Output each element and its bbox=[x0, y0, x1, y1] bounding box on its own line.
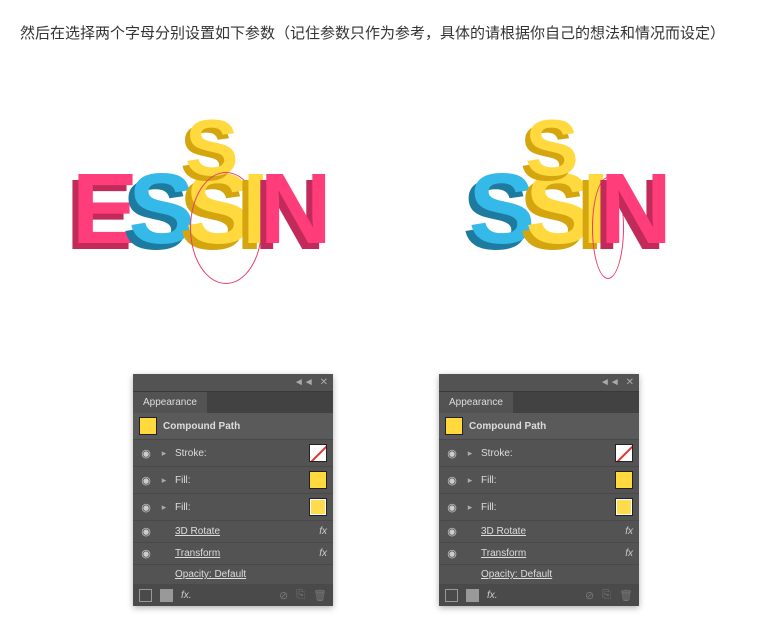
new-art-maintain-icon[interactable] bbox=[160, 589, 173, 602]
preview-images: ESSSIN SSSIN bbox=[20, 59, 752, 359]
visibility-icon[interactable]: ◉ bbox=[445, 525, 459, 538]
row-3d-rotate[interactable]: ◉ 3D Rotate fx bbox=[133, 521, 333, 543]
expand-icon[interactable]: ▸ bbox=[159, 475, 169, 486]
fx-icon: fx bbox=[625, 526, 633, 537]
fx-menu-icon[interactable]: fx. bbox=[487, 590, 498, 601]
fill-label: Fill: bbox=[481, 502, 609, 513]
tab-appearance[interactable]: Appearance bbox=[133, 392, 207, 413]
row-transform[interactable]: ◉ Transform fx bbox=[133, 543, 333, 565]
row-3d-rotate[interactable]: ◉ 3D Rotate fx bbox=[439, 521, 639, 543]
row-compound-path[interactable]: Compound Path bbox=[133, 413, 333, 440]
expand-icon[interactable]: ▸ bbox=[465, 448, 475, 459]
fx-icon: fx bbox=[319, 548, 327, 559]
fill-swatch[interactable] bbox=[615, 498, 633, 516]
new-art-basic-icon[interactable] bbox=[139, 589, 152, 602]
opacity-label: Opacity: Default bbox=[175, 569, 327, 580]
fill-label: Fill: bbox=[481, 475, 609, 486]
object-swatch bbox=[139, 417, 157, 435]
visibility-icon[interactable]: ◉ bbox=[445, 447, 459, 460]
panel-header: ◄◄ ✕ bbox=[133, 374, 333, 392]
trash-icon[interactable]: 🗑 bbox=[619, 589, 633, 602]
row-fill-2[interactable]: ◉ ▸ Fill: bbox=[439, 494, 639, 521]
row-transform[interactable]: ◉ Transform fx bbox=[439, 543, 639, 565]
row-fill-2[interactable]: ◉ ▸ Fill: bbox=[133, 494, 333, 521]
fill-label: Fill: bbox=[175, 502, 303, 513]
duplicate-icon[interactable]: ⎘ bbox=[602, 589, 611, 602]
tab-appearance[interactable]: Appearance bbox=[439, 392, 513, 413]
expand-icon[interactable]: ▸ bbox=[465, 502, 475, 513]
new-art-basic-icon[interactable] bbox=[445, 589, 458, 602]
stroke-label: Stroke: bbox=[481, 448, 609, 459]
trash-icon[interactable]: 🗑 bbox=[313, 589, 327, 602]
collapse-icon[interactable]: ◄◄ bbox=[294, 377, 314, 388]
tab-row: Appearance bbox=[133, 392, 333, 413]
close-icon[interactable]: ✕ bbox=[626, 377, 634, 388]
fill-swatch[interactable] bbox=[615, 471, 633, 489]
row-opacity[interactable]: Opacity: Default bbox=[133, 565, 333, 585]
effect-label: 3D Rotate bbox=[481, 526, 619, 537]
stroke-label: Stroke: bbox=[175, 448, 303, 459]
visibility-icon[interactable]: ◉ bbox=[139, 525, 153, 538]
row-title: Compound Path bbox=[163, 421, 327, 432]
effect-label: Transform bbox=[481, 548, 619, 559]
stroke-swatch-none[interactable] bbox=[309, 444, 327, 462]
visibility-icon[interactable]: ◉ bbox=[445, 501, 459, 514]
fx-icon: fx bbox=[625, 548, 633, 559]
fill-swatch[interactable] bbox=[309, 498, 327, 516]
fill-label: Fill: bbox=[175, 475, 303, 486]
row-fill-1[interactable]: ◉ ▸ Fill: bbox=[133, 467, 333, 494]
object-swatch bbox=[445, 417, 463, 435]
appearance-panel-2: ◄◄ ✕ Appearance Compound Path ◉ ▸ Stroke… bbox=[439, 374, 639, 606]
preview-right: SSSIN bbox=[389, 59, 753, 359]
visibility-icon[interactable]: ◉ bbox=[139, 474, 153, 487]
row-compound-path[interactable]: Compound Path bbox=[439, 413, 639, 440]
new-art-maintain-icon[interactable] bbox=[466, 589, 479, 602]
fill-swatch[interactable] bbox=[309, 471, 327, 489]
visibility-icon[interactable]: ◉ bbox=[139, 447, 153, 460]
row-stroke[interactable]: ◉ ▸ Stroke: bbox=[133, 440, 333, 467]
expand-icon[interactable]: ▸ bbox=[465, 475, 475, 486]
visibility-icon[interactable]: ◉ bbox=[139, 501, 153, 514]
effect-label: Transform bbox=[175, 548, 313, 559]
row-title: Compound Path bbox=[469, 421, 633, 432]
close-icon[interactable]: ✕ bbox=[320, 377, 328, 388]
visibility-icon[interactable]: ◉ bbox=[445, 474, 459, 487]
stroke-swatch-none[interactable] bbox=[615, 444, 633, 462]
tab-row: Appearance bbox=[439, 392, 639, 413]
preview-left: ESSSIN bbox=[20, 59, 384, 359]
panel-footer: fx. ⊘ ⎘ 🗑 bbox=[133, 585, 333, 606]
fx-menu-icon[interactable]: fx. bbox=[181, 590, 192, 601]
fx-icon: fx bbox=[319, 526, 327, 537]
effect-label: 3D Rotate bbox=[175, 526, 313, 537]
expand-icon[interactable]: ▸ bbox=[159, 502, 169, 513]
clear-icon[interactable]: ⊘ bbox=[585, 589, 594, 602]
appearance-panels: ◄◄ ✕ Appearance Compound Path ◉ ▸ Stroke… bbox=[20, 374, 752, 606]
row-fill-1[interactable]: ◉ ▸ Fill: bbox=[439, 467, 639, 494]
panel-footer: fx. ⊘ ⎘ 🗑 bbox=[439, 585, 639, 606]
visibility-icon[interactable]: ◉ bbox=[139, 547, 153, 560]
clear-icon[interactable]: ⊘ bbox=[279, 589, 288, 602]
visibility-icon[interactable]: ◉ bbox=[445, 547, 459, 560]
appearance-panel-1: ◄◄ ✕ Appearance Compound Path ◉ ▸ Stroke… bbox=[133, 374, 333, 606]
panel-header: ◄◄ ✕ bbox=[439, 374, 639, 392]
row-opacity[interactable]: Opacity: Default bbox=[439, 565, 639, 585]
opacity-label: Opacity: Default bbox=[481, 569, 633, 580]
expand-icon[interactable]: ▸ bbox=[159, 448, 169, 459]
instruction-text: 然后在选择两个字母分别设置如下参数（记住参数只作为参考，具体的请根据你自己的想法… bbox=[20, 20, 752, 47]
duplicate-icon[interactable]: ⎘ bbox=[296, 589, 305, 602]
row-stroke[interactable]: ◉ ▸ Stroke: bbox=[439, 440, 639, 467]
collapse-icon[interactable]: ◄◄ bbox=[600, 377, 620, 388]
